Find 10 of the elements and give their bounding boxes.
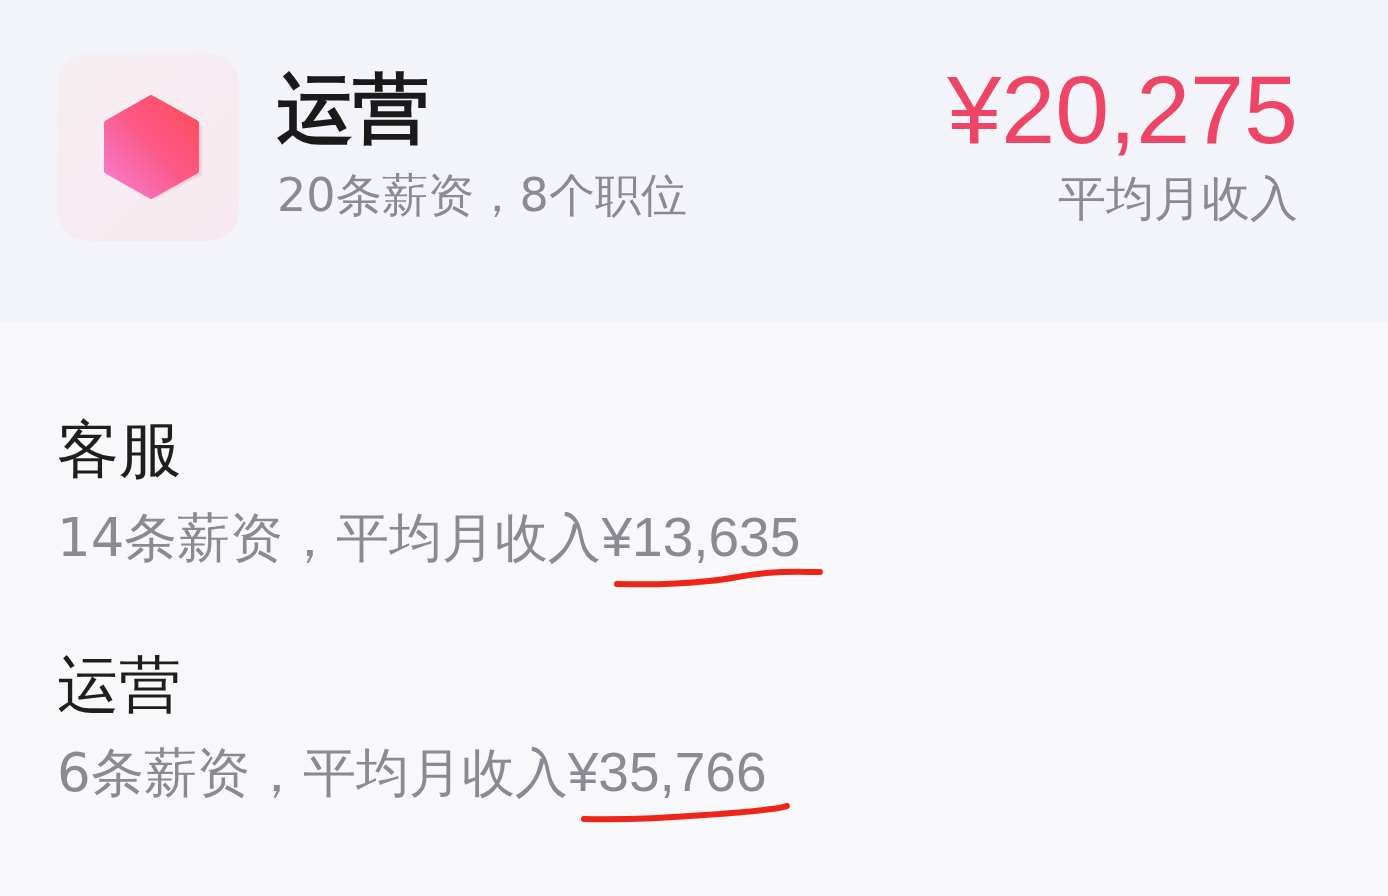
category-title: 运营	[277, 63, 429, 155]
average-salary: ¥13,635	[601, 506, 801, 568]
category-subtitle: 20条薪资，8个职位	[277, 167, 687, 224]
salary-summary: 6条薪资，平均月收入	[57, 741, 568, 805]
job-title: 运营	[57, 647, 181, 723]
average-salary: ¥20,275	[947, 57, 1298, 163]
average-salary-label: 平均月收入	[1058, 169, 1298, 228]
average-salary: ¥35,766	[567, 741, 767, 803]
salary-summary: 14条薪资，平均月收入	[57, 506, 602, 570]
job-title: 客服	[57, 412, 181, 488]
